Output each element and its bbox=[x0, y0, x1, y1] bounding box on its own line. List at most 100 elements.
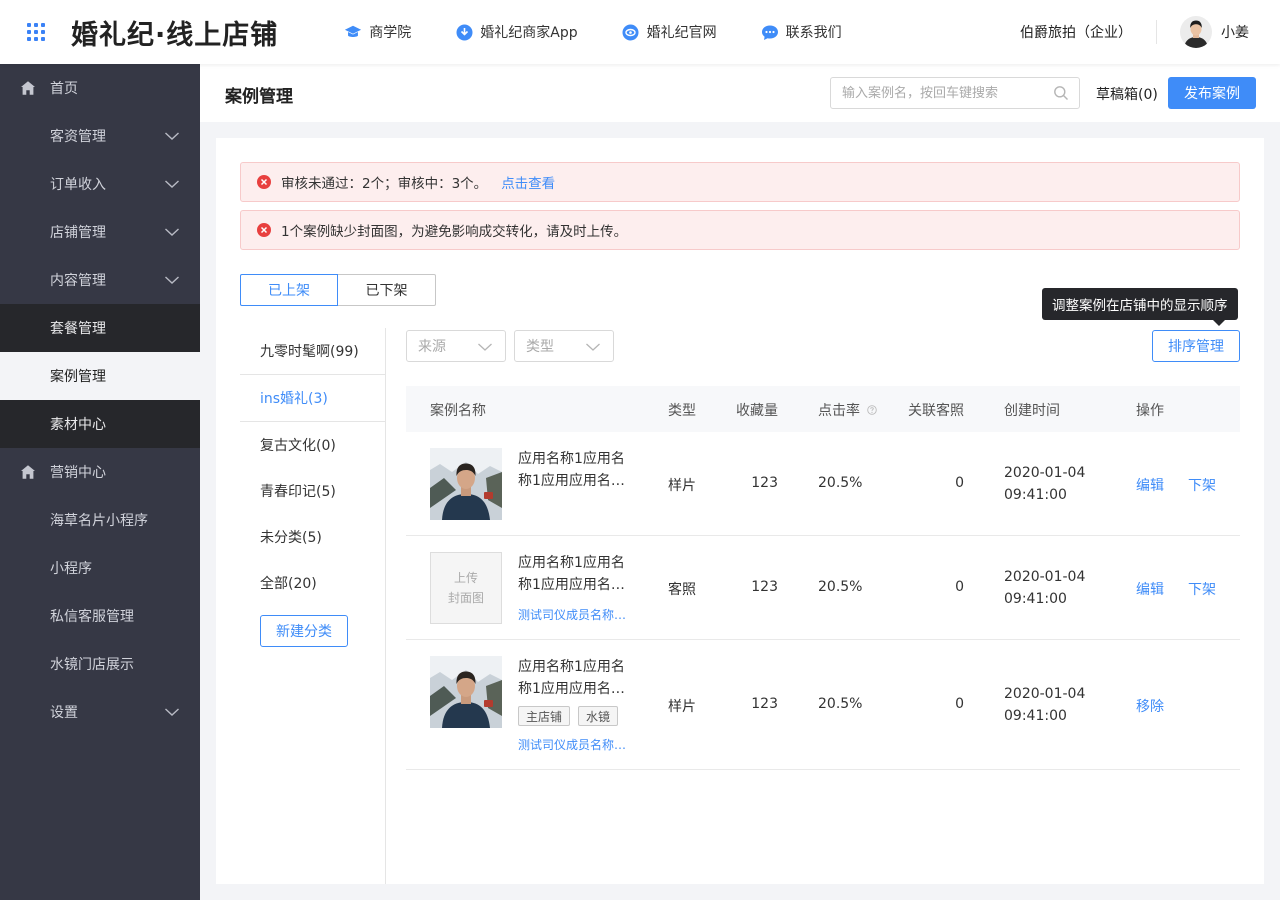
new-category-button[interactable]: 新建分类 bbox=[260, 615, 348, 647]
tab-delisted[interactable]: 已下架 bbox=[338, 274, 436, 306]
case-favorites: 123 bbox=[751, 579, 778, 595]
topnav-contact[interactable]: 联系我们 bbox=[761, 22, 842, 42]
help-icon[interactable] bbox=[867, 405, 878, 415]
table-row[interactable]: 上传 封面图 应用名称1应用名称1应用应用名… 测试司仪成员名称… 客照 123… bbox=[406, 536, 1240, 640]
case-cover-image[interactable] bbox=[430, 448, 502, 520]
topnav-contact-label: 联系我们 bbox=[785, 25, 842, 41]
table-row[interactable]: 应用名称1应用名称1应用应用名… 样片 123 20.5% 0 2020-01-… bbox=[406, 432, 1240, 536]
source-filter[interactable]: 来源 bbox=[406, 330, 506, 362]
category-item-selected[interactable]: ins婚礼(3) bbox=[240, 374, 385, 422]
sidebar-item-cases[interactable]: 案例管理 bbox=[0, 352, 200, 400]
sidebar-item-label: 素材中心 bbox=[50, 417, 106, 433]
delist-button[interactable]: 下架 bbox=[1188, 475, 1216, 495]
search-icon[interactable] bbox=[1053, 85, 1069, 101]
case-ctr: 20.5% bbox=[818, 579, 863, 595]
error-icon bbox=[257, 223, 271, 237]
edit-button[interactable]: 编辑 bbox=[1136, 475, 1164, 495]
chevron-down-icon bbox=[165, 276, 179, 284]
upload-cover-text: 上传 bbox=[453, 571, 478, 585]
column-created: 创建时间 bbox=[1004, 403, 1060, 419]
cover-alert-text: 1个案例缺少封面图，为避免影响成交转化，请及时上传。 bbox=[281, 224, 628, 240]
case-type: 客照 bbox=[668, 582, 696, 598]
content-card: 审核未通过：2个；审核中：3个。 点击查看 1个案例缺少封面图，为避免影响成交转… bbox=[216, 138, 1264, 884]
sidebar-item-shop[interactable]: 店铺管理 bbox=[0, 208, 200, 256]
remove-button[interactable]: 移除 bbox=[1136, 696, 1164, 716]
username[interactable]: 小姜 bbox=[1221, 22, 1249, 42]
sidebar-item-marketing[interactable]: 营销中心 bbox=[0, 448, 200, 496]
tag-shuijing: 水镜 bbox=[578, 706, 619, 726]
case-name[interactable]: 应用名称1应用名称1应用应用名… bbox=[518, 552, 638, 596]
error-icon bbox=[257, 175, 271, 189]
case-cover-image[interactable] bbox=[430, 656, 502, 728]
sidebar-item-settings[interactable]: 设置 bbox=[0, 688, 200, 736]
review-alert: 审核未通过：2个；审核中：3个。 点击查看 bbox=[240, 162, 1240, 202]
header-divider bbox=[1156, 20, 1157, 44]
case-name[interactable]: 应用名称1应用名称1应用应用名… bbox=[518, 448, 638, 492]
home-icon bbox=[21, 81, 35, 95]
tooltip-arrow bbox=[1213, 320, 1225, 326]
sidebar-item-content[interactable]: 内容管理 bbox=[0, 256, 200, 304]
sidebar-item-materials[interactable]: 素材中心 bbox=[0, 400, 200, 448]
case-created-date: 2020-01-04 bbox=[1004, 569, 1086, 585]
category-item[interactable]: 未分类(5) bbox=[240, 514, 385, 560]
sort-tooltip: 调整案例在店铺中的显示顺序 bbox=[1042, 288, 1238, 320]
sidebar-item-home[interactable]: 首页 bbox=[0, 64, 200, 112]
avatar[interactable] bbox=[1180, 16, 1212, 48]
sidebar-item-dm-service[interactable]: 私信客服管理 bbox=[0, 592, 200, 640]
topnav-official-site[interactable]: 婚礼纪官网 bbox=[622, 22, 717, 42]
logo: 婚礼纪·线上店铺 bbox=[71, 19, 279, 51]
review-alert-link[interactable]: 点击查看 bbox=[501, 172, 555, 192]
publish-case-button[interactable]: 发布案例 bbox=[1168, 77, 1256, 109]
sidebar-item-store-display[interactable]: 水镜门店展示 bbox=[0, 640, 200, 688]
sidebar-item-customers[interactable]: 客资管理 bbox=[0, 112, 200, 160]
upload-cover-text: 封面图 bbox=[447, 591, 484, 605]
status-tabs: 已上架 已下架 bbox=[240, 274, 436, 306]
type-filter[interactable]: 类型 bbox=[514, 330, 614, 362]
topnav-merchant-app-label: 婚礼纪商家App bbox=[480, 25, 578, 41]
column-actions: 操作 bbox=[1136, 403, 1164, 419]
company-switcher[interactable]: 伯爵旅拍（企业） bbox=[1020, 22, 1132, 42]
sidebar-item-packages[interactable]: 套餐管理 bbox=[0, 304, 200, 352]
category-item[interactable]: 全部(20) bbox=[240, 560, 385, 606]
category-item[interactable]: 九零时髦啊(99) bbox=[240, 328, 385, 374]
case-table: 案例名称 类型 收藏量 点击率 关联客照 创建时间 操作 应用名称1应用名称1应… bbox=[406, 386, 1240, 770]
case-created: 2020-01-04 09:41:00 bbox=[1004, 566, 1085, 610]
apps-grid-icon[interactable] bbox=[27, 23, 45, 41]
case-type: 样片 bbox=[668, 699, 696, 715]
delist-button[interactable]: 下架 bbox=[1188, 579, 1216, 599]
linked-member-link[interactable]: 测试司仪成员名称… bbox=[518, 736, 626, 753]
sidebar-item-card-miniprogram[interactable]: 海草名片小程序 bbox=[0, 496, 200, 544]
sidebar-item-label: 设置 bbox=[50, 705, 78, 721]
category-item[interactable]: 青春印记(5) bbox=[240, 468, 385, 514]
search-input[interactable] bbox=[830, 77, 1080, 109]
column-name: 案例名称 bbox=[430, 403, 486, 419]
drafts-link[interactable]: 草稿箱(0) bbox=[1096, 84, 1158, 104]
sidebar-item-miniprogram[interactable]: 小程序 bbox=[0, 544, 200, 592]
topnav-academy[interactable]: 商学院 bbox=[344, 22, 411, 42]
sidebar-item-orders[interactable]: 订单收入 bbox=[0, 160, 200, 208]
type-filter-label: 类型 bbox=[526, 339, 554, 355]
edit-button[interactable]: 编辑 bbox=[1136, 579, 1164, 599]
case-name[interactable]: 应用名称1应用名称1应用应用名… bbox=[518, 656, 638, 700]
chevron-down-icon bbox=[165, 228, 179, 236]
topnav-official-site-label: 婚礼纪官网 bbox=[646, 25, 717, 41]
sidebar-item-label: 水镜门店展示 bbox=[50, 657, 134, 673]
linked-member-link[interactable]: 测试司仪成员名称… bbox=[518, 606, 626, 623]
case-created: 2020-01-04 09:41:00 bbox=[1004, 683, 1085, 727]
sidebar-item-label: 首页 bbox=[50, 81, 78, 97]
table-row[interactable]: 应用名称1应用名称1应用应用名… 主店铺 水镜 测试司仪成员名称… 样片 123… bbox=[406, 640, 1240, 770]
column-type: 类型 bbox=[668, 403, 696, 419]
category-item[interactable]: 复古文化(0) bbox=[240, 422, 385, 468]
top-nav: 商学院 婚礼纪商家App 婚礼纪官网 联系我们 bbox=[344, 22, 885, 42]
upload-cover-placeholder[interactable]: 上传 封面图 bbox=[430, 552, 502, 624]
chevron-down-icon bbox=[165, 132, 179, 140]
tab-listed[interactable]: 已上架 bbox=[240, 274, 338, 306]
case-created-time: 09:41:00 bbox=[1004, 708, 1067, 724]
sidebar: 首页 客资管理 订单收入 店铺管理 内容管理 套餐管理 案例管理 素材中心 营销… bbox=[0, 64, 200, 900]
column-linked: 关联客照 bbox=[908, 403, 964, 419]
category-list: 九零时髦啊(99) ins婚礼(3) 复古文化(0) 青春印记(5) 未分类(5… bbox=[240, 328, 386, 884]
topnav-merchant-app[interactable]: 婚礼纪商家App bbox=[455, 22, 578, 42]
graduation-cap-icon bbox=[344, 23, 362, 41]
sort-manage-button[interactable]: 排序管理 bbox=[1152, 330, 1240, 362]
chat-icon bbox=[761, 23, 779, 41]
